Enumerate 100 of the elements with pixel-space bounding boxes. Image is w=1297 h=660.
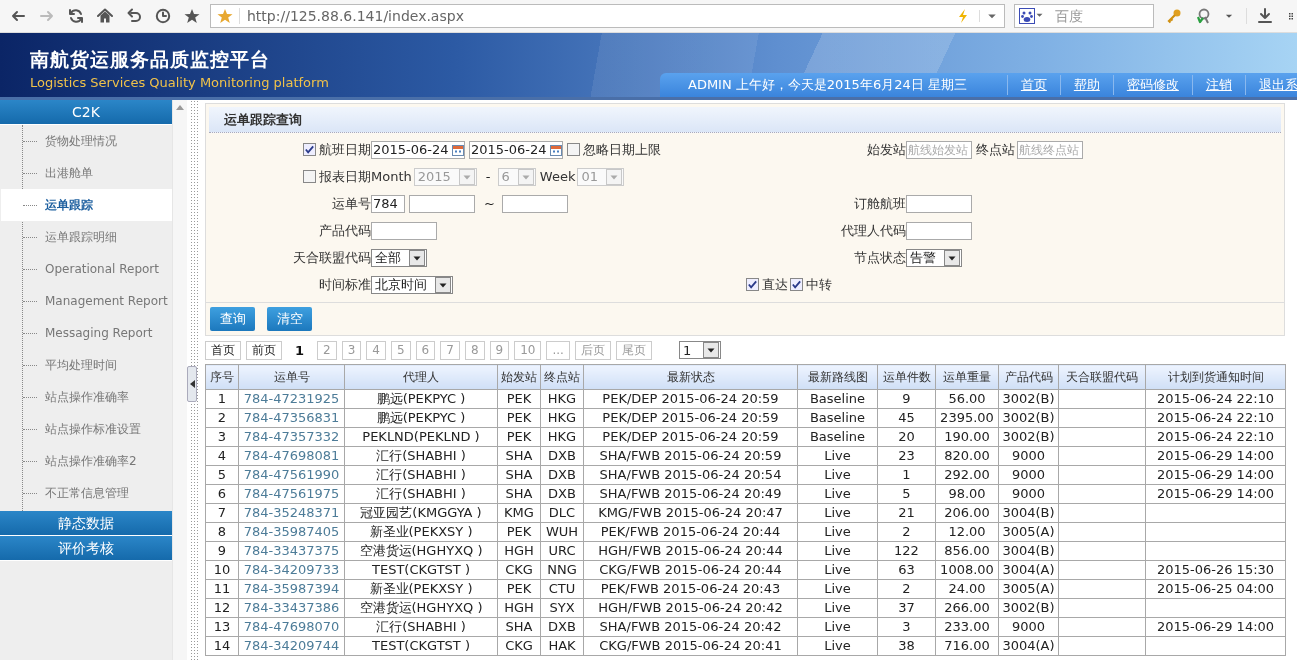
checkbox[interactable] [746, 278, 759, 291]
sidebar-item[interactable]: 平均处理时间 [1, 349, 172, 381]
date-field[interactable]: 2015-06-24 [469, 140, 563, 159]
waybill-link[interactable]: 784-35248371 [238, 503, 345, 523]
column-header[interactable]: 最新路线图 [797, 364, 878, 390]
sidebar-item[interactable]: 货物处理情况 [1, 125, 172, 157]
checkbox[interactable] [790, 278, 803, 291]
star-icon[interactable] [217, 8, 240, 24]
column-header[interactable]: 始发站 [497, 364, 541, 390]
sidebar-item[interactable]: Management Report [1, 285, 172, 317]
page-link[interactable]: 10 [514, 340, 542, 360]
page-link[interactable]: 5 [390, 340, 411, 360]
star-icon[interactable] [184, 8, 200, 24]
reload-icon[interactable] [68, 8, 84, 24]
column-header[interactable]: 代理人 [344, 364, 498, 390]
sidebar-item[interactable]: 不正常信息管理 [1, 477, 172, 509]
column-header[interactable]: 运单件数 [877, 364, 936, 390]
collapse-arrow-icon[interactable] [188, 379, 196, 389]
page-select[interactable]: 1 [678, 341, 721, 359]
waybill-link[interactable]: 784-47698070 [238, 617, 345, 637]
sidebar-item[interactable]: Messaging Report [1, 317, 172, 349]
search-field[interactable]: 百度 [1053, 7, 1138, 25]
address-bar[interactable]: http://125.88.6.141/index.aspx [210, 4, 1006, 28]
waybill-link[interactable]: 784-47231925 [238, 389, 345, 409]
dropdown[interactable]: 全部 [371, 248, 427, 267]
column-header[interactable]: 天合联盟代码 [1058, 364, 1146, 390]
nav-link[interactable]: 退出系 [1244, 75, 1297, 95]
input-field[interactable] [409, 194, 475, 213]
column-header[interactable]: 产品代码 [998, 364, 1059, 390]
paw-icon[interactable] [1019, 8, 1036, 24]
search-bar[interactable]: 百度 [1014, 4, 1155, 28]
nav-link[interactable]: 帮助 [1059, 75, 1113, 95]
input-field[interactable] [371, 221, 437, 240]
sidebar-item[interactable]: 运单跟踪 [1, 189, 172, 221]
waybill-link[interactable]: 784-33437375 [238, 541, 345, 561]
sidebar-item[interactable]: 出港舱单 [1, 157, 172, 189]
caret-icon[interactable] [435, 276, 451, 293]
waybill-link[interactable]: 784-34209744 [238, 636, 345, 656]
input-field[interactable] [906, 221, 972, 240]
waybill-link[interactable]: 784-47561990 [238, 465, 345, 485]
sidebar-item[interactable]: 站点操作准确率2 [1, 445, 172, 477]
sidebar-item[interactable]: 站点操作准确率 [1, 381, 172, 413]
nav-link[interactable]: 密码修改 [1112, 75, 1192, 95]
caret-icon[interactable] [944, 249, 960, 266]
checkbox[interactable] [303, 170, 316, 183]
page-link[interactable]: 2 [317, 340, 337, 360]
checkbox[interactable] [303, 143, 316, 156]
input-field[interactable] [501, 194, 568, 213]
date-field[interactable]: 2015-06-24 [371, 140, 465, 159]
address-input[interactable]: http://125.88.6.141/index.aspx [245, 7, 948, 25]
checkbox[interactable] [567, 143, 580, 156]
calendar-icon[interactable] [452, 143, 464, 156]
key-icon[interactable] [1166, 8, 1183, 24]
page-link[interactable]: 7 [440, 340, 460, 360]
input-field[interactable]: 784 [371, 194, 405, 213]
waybill-link[interactable]: 784-35987394 [238, 579, 345, 599]
column-header[interactable]: 最新状态 [583, 364, 798, 390]
page-link[interactable]: 9 [489, 340, 510, 360]
action-button[interactable]: 查询 [210, 307, 255, 331]
caret-icon[interactable] [702, 342, 719, 358]
page-link[interactable]: 4 [366, 340, 386, 360]
clock-icon[interactable] [155, 8, 171, 24]
page-link[interactable]: 1 [287, 340, 313, 360]
page-link[interactable]: ... [546, 340, 570, 360]
sidebar-item[interactable]: Operational Report [1, 253, 172, 285]
download-icon[interactable] [1246, 8, 1273, 24]
page-link[interactable]: 首页 [205, 340, 241, 360]
sidebar-item[interactable]: 运单跟踪明细 [1, 221, 172, 253]
input-field[interactable]: 航线始发站 [906, 140, 972, 159]
sidebar-item[interactable]: 站点操作标准设置 [1, 413, 172, 445]
column-header[interactable]: 终点站 [540, 364, 584, 390]
dropdown[interactable]: 北京时间 [371, 275, 453, 294]
column-header[interactable]: 计划到货通知时间 [1145, 364, 1286, 390]
page-link[interactable]: 前页 [246, 340, 282, 360]
page-link[interactable]: 8 [464, 340, 485, 360]
section-header[interactable]: 评价考核 [0, 536, 172, 561]
page-link[interactable]: 6 [415, 340, 436, 360]
dropdown[interactable]: 告警 [906, 248, 962, 267]
waybill-link[interactable]: 784-35987405 [238, 522, 345, 542]
caret-icon[interactable] [409, 249, 425, 266]
column-header[interactable]: 序号 [205, 364, 239, 390]
waybill-link[interactable]: 784-47698081 [238, 446, 345, 466]
back-icon[interactable] [10, 8, 26, 24]
column-header[interactable]: 运单号 [238, 364, 345, 390]
page-link[interactable]: 尾页 [615, 340, 652, 360]
nav-link[interactable]: 注销 [1191, 75, 1245, 95]
action-button[interactable]: 清空 [267, 307, 312, 331]
section-header[interactable]: 静态数据 [0, 511, 172, 536]
section-header[interactable]: C2K [0, 100, 172, 125]
waybill-link[interactable]: 784-34209733 [238, 560, 345, 580]
waybill-link[interactable]: 784-47561975 [238, 484, 345, 504]
page-link[interactable]: 3 [341, 340, 362, 360]
waybill-link[interactable]: 784-47356831 [238, 408, 345, 428]
collapse-handle[interactable] [187, 366, 197, 402]
nav-link[interactable]: 首页 [1006, 75, 1060, 95]
waybill-link[interactable]: 784-33437386 [238, 598, 345, 618]
calendar-icon[interactable] [550, 143, 562, 156]
column-header[interactable]: 运单重量 [935, 364, 999, 390]
home-icon[interactable] [97, 8, 113, 24]
input-field[interactable]: 航线终点站 [1017, 140, 1083, 159]
